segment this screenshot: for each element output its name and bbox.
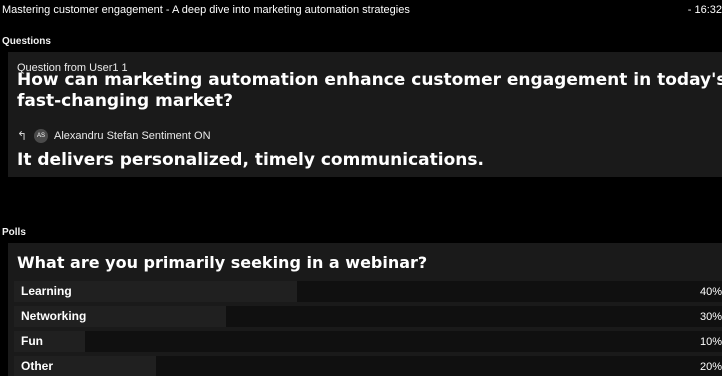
answer-author-row: ↰ AS Alexandru Stefan Sentiment ON (17, 129, 211, 143)
poll-option-label: Other (21, 359, 54, 373)
poll-option-networking[interactable]: Networking 30% (14, 306, 722, 327)
polls-section-label: Polls (2, 227, 26, 238)
poll-card: What are you primarily seeking in a webi… (8, 243, 722, 376)
clock-time: - 16:32 (687, 4, 722, 16)
poll-question: What are you primarily seeking in a webi… (17, 253, 428, 272)
poll-option-percent: 10% (699, 336, 722, 348)
avatar: AS (34, 129, 48, 143)
questions-section-label: Questions (2, 36, 51, 47)
poll-option-percent: 30% (699, 311, 722, 323)
poll-option-learning[interactable]: Learning 40% (14, 281, 722, 302)
poll-option-fun[interactable]: Fun 10% (14, 331, 722, 352)
answer-author: Alexandru Stefan Sentiment ON (54, 130, 211, 142)
poll-option-percent: 40% (699, 286, 722, 298)
poll-option-other[interactable]: Other 20% (14, 356, 722, 376)
answer-text: It delivers personalized, timely communi… (17, 150, 484, 170)
webinar-title: Mastering customer engagement - A deep d… (2, 4, 410, 16)
question-card: Question from User1 1 How can marketing … (8, 52, 722, 177)
poll-option-label: Fun (21, 334, 43, 348)
poll-option-label: Networking (21, 309, 87, 323)
poll-option-label: Learning (21, 284, 72, 298)
webinar-screen: Mastering customer engagement - A deep d… (0, 0, 722, 376)
question-text: How can marketing automation enhance cus… (17, 70, 722, 111)
poll-option-percent: 20% (699, 361, 722, 373)
title-bar: Mastering customer engagement - A deep d… (0, 0, 722, 20)
reply-arrow-icon: ↰ (17, 129, 28, 143)
